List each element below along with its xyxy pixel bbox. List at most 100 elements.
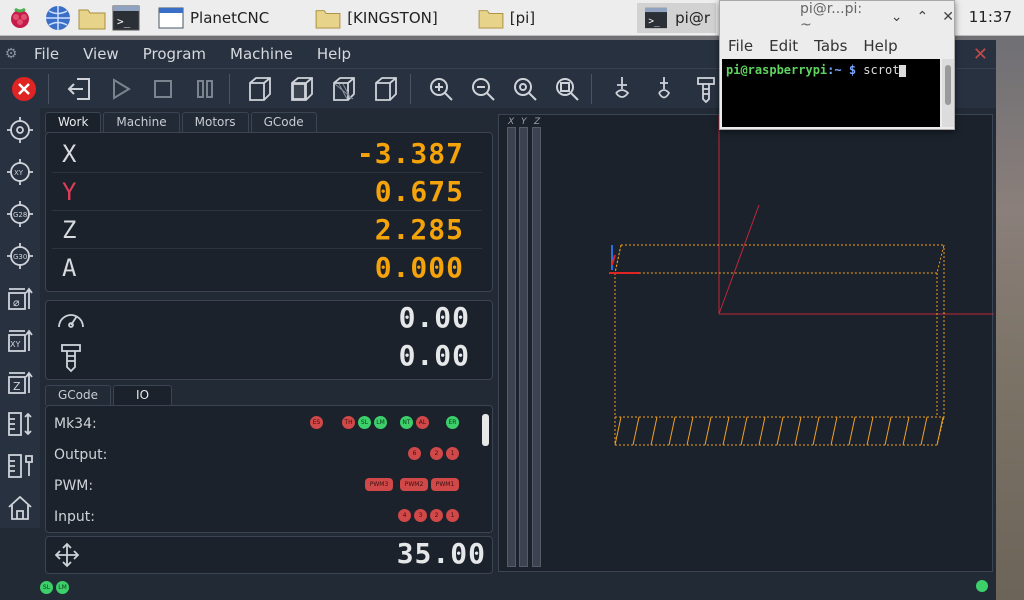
view-side-icon[interactable]	[368, 71, 404, 107]
measure-height-icon[interactable]	[2, 406, 38, 442]
menu-help[interactable]: Help	[305, 45, 363, 63]
taskbar-app-kingston[interactable]: [KINGSTON]	[309, 3, 444, 33]
svg-text:>_: >_	[117, 15, 131, 28]
browser-icon[interactable]	[44, 4, 72, 32]
tab-gcode[interactable]: GCode	[250, 112, 317, 132]
set-zero-icon[interactable]: ⌀	[2, 280, 38, 316]
terminal-scrollbar[interactable]	[942, 59, 954, 127]
led-output-6[interactable]: 6	[408, 447, 421, 460]
minimize-chevron-icon[interactable]: ⌄	[891, 9, 903, 25]
zoom-fit-icon[interactable]	[507, 71, 543, 107]
tool-change-icon[interactable]	[604, 71, 640, 107]
led-pwm3[interactable]: PWM3	[365, 478, 393, 491]
status-led-sl: SL	[40, 580, 53, 594]
zoom-out-icon[interactable]	[465, 71, 501, 107]
goto-g30-icon[interactable]: G30	[2, 238, 38, 274]
axis-row-y[interactable]: Y 0.675	[52, 175, 482, 211]
status-led-lm: LM	[56, 580, 69, 594]
led-pwm1[interactable]: PWM1	[431, 478, 459, 491]
led-output-2[interactable]: 2	[430, 447, 443, 460]
terminal-icon: >_	[645, 7, 668, 28]
view-iso-icon[interactable]	[242, 71, 278, 107]
jog-move-icon	[54, 542, 80, 572]
led-sl: SL	[358, 416, 371, 429]
tab-io[interactable]: IO	[113, 385, 173, 405]
terminal-menu-help[interactable]: Help	[855, 37, 905, 55]
terminal-title: pi@r...pi: ~	[800, 1, 863, 33]
io-label: Input:	[54, 509, 95, 525]
taskbar-app-pi-folder[interactable]: [pi]	[472, 3, 541, 33]
menu-view[interactable]: View	[71, 45, 131, 63]
io-label: Mk34:	[54, 416, 97, 432]
measure-tool-icon[interactable]	[2, 448, 38, 484]
svg-text:>_: >_	[649, 15, 661, 26]
stop-icon[interactable]	[145, 71, 181, 107]
set-z-zero-icon[interactable]: Z	[2, 364, 38, 400]
svg-text:XY: XY	[14, 169, 24, 177]
axis-row-x[interactable]: X -3.387	[52, 137, 482, 173]
io-row-input: Input: 4 3 2 1	[54, 503, 474, 533]
prompt-path: :~ $	[827, 63, 857, 77]
terminal-window: pi@r...pi: ~ ⌄ ⌃ ✕ File Edit Tabs Help p…	[719, 0, 955, 130]
tab-work[interactable]: Work	[45, 112, 102, 132]
terminal-launcher-icon[interactable]: >_	[112, 4, 140, 32]
led-pwm2[interactable]: PWM2	[400, 478, 428, 491]
tab-motors[interactable]: Motors	[181, 112, 249, 132]
tab-gcode-program[interactable]: GCode	[45, 385, 112, 405]
svg-text:XY: XY	[10, 340, 20, 349]
view-top-icon[interactable]	[326, 71, 362, 107]
terminal-menu-tabs[interactable]: Tabs	[806, 37, 855, 55]
led-output-1[interactable]: 1	[446, 447, 459, 460]
axis-row-a[interactable]: A 0.000	[52, 251, 482, 287]
close-icon[interactable]: ✕	[973, 44, 988, 65]
position-tabs: Work Machine Motors GCode	[45, 112, 319, 132]
taskbar-app-label: [pi]	[509, 8, 536, 27]
view-front-icon[interactable]	[284, 71, 320, 107]
home-icon[interactable]	[2, 490, 38, 526]
play-icon[interactable]	[103, 71, 139, 107]
pause-icon[interactable]	[187, 71, 223, 107]
io-label: PWM:	[54, 478, 94, 494]
axis-value: 0.675	[374, 175, 464, 208]
goto-g28-icon[interactable]: G28	[2, 196, 38, 232]
taskbar-app-planetcnc[interactable]: PlanetCNC	[152, 3, 275, 33]
terminal-output[interactable]: pi@raspberrypi:~ $ scrot	[722, 59, 940, 127]
terminal-titlebar[interactable]: pi@r...pi: ~ ⌄ ⌃ ✕	[720, 1, 954, 33]
io-row-mk34: Mk34: ES TH SL LM NT AL ER	[54, 410, 474, 440]
tab-machine[interactable]: Machine	[103, 112, 180, 132]
terminal-menu-edit[interactable]: Edit	[761, 37, 806, 55]
axis-row-z[interactable]: Z 2.285	[52, 213, 482, 249]
connection-indicator-icon	[976, 580, 988, 592]
speed-gauge-icon	[56, 307, 86, 337]
file-manager-icon[interactable]	[78, 4, 106, 32]
axis-value: 0.000	[374, 251, 464, 284]
led-input-1: 1	[446, 509, 459, 522]
jog-step-value[interactable]: 35.00	[397, 537, 486, 570]
axis-label: A	[62, 254, 77, 282]
goto-xy-icon[interactable]: XY	[2, 154, 38, 190]
menu-machine[interactable]: Machine	[218, 45, 305, 63]
3d-viewport[interactable]: X Y Z	[498, 114, 994, 572]
emergency-stop-button[interactable]	[6, 71, 42, 107]
zoom-in-icon[interactable]	[423, 71, 459, 107]
taskbar-app-terminal[interactable]: >_ pi@r	[637, 2, 716, 33]
goto-origin-icon[interactable]	[2, 112, 38, 148]
zoom-extents-icon[interactable]	[549, 71, 585, 107]
set-xy-zero-icon[interactable]: XY	[2, 322, 38, 358]
tool-measure-icon[interactable]	[646, 71, 682, 107]
raspberry-menu-icon[interactable]	[6, 4, 34, 32]
toolbar-divider	[591, 73, 592, 104]
close-icon[interactable]: ✕	[942, 9, 954, 25]
scroll-thumb[interactable]	[945, 65, 951, 105]
terminal-menu-file[interactable]: File	[720, 37, 761, 55]
io-scrollbar[interactable]	[482, 414, 489, 446]
menu-file[interactable]: File	[22, 45, 71, 63]
led-es: ES	[310, 416, 323, 429]
led-nt: NT	[400, 416, 413, 429]
spindle-icon	[60, 343, 82, 377]
exit-icon[interactable]	[61, 71, 97, 107]
command-text: scrot	[863, 63, 900, 77]
menu-program[interactable]: Program	[131, 45, 218, 63]
maximize-chevron-icon[interactable]: ⌃	[917, 9, 929, 25]
io-row-pwm: PWM: PWM3 PWM2 PWM1	[54, 472, 474, 502]
